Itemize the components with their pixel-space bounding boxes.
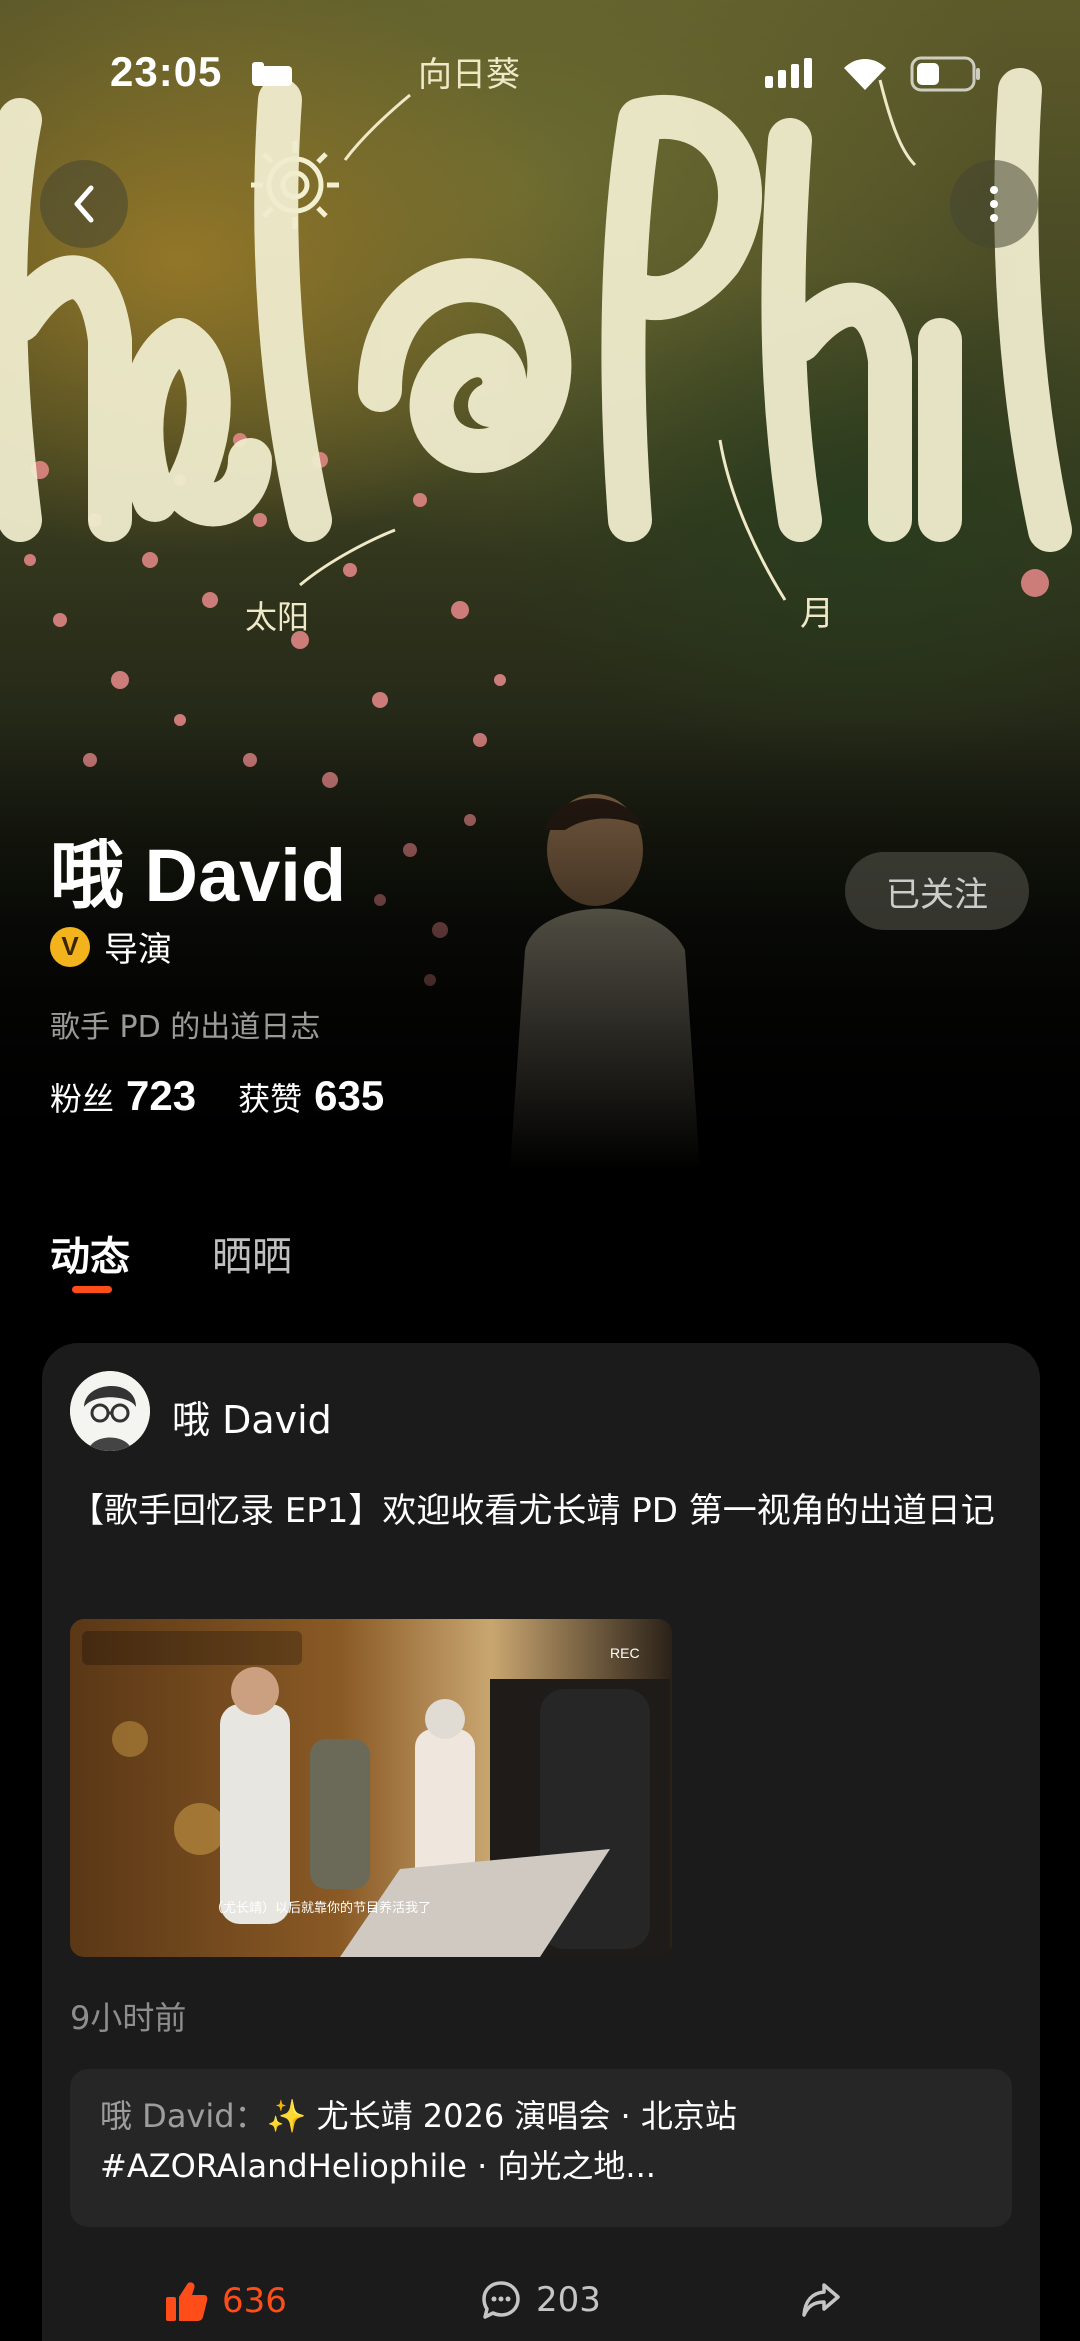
more-vertical-icon (990, 186, 998, 222)
active-tab-indicator (72, 1286, 112, 1293)
video-rec-label: REC (610, 1645, 640, 1661)
share-button[interactable] (800, 2279, 842, 2321)
battery-icon (910, 56, 980, 92)
verified-badge-icon: V (50, 926, 90, 967)
sleep-mode-icon (252, 62, 292, 86)
post-timestamp: 9小时前 (70, 1999, 187, 2037)
comment-bubble-icon (482, 2281, 520, 2319)
post-actions: 636 203 (42, 2279, 1040, 2339)
banner-artwork-lettering (0, 68, 1072, 552)
verified-role: V 导演 (50, 922, 172, 971)
likes-label: 获赞 (238, 1080, 303, 1118)
video-caption: （尤长靖）以后就靠你的节目养活我了 (210, 1901, 432, 1916)
more-options-button[interactable] (950, 160, 1038, 248)
post-card[interactable]: 哦 David 【歌手回忆录 EP1】欢迎收看尤长靖 PD 第一视角的出道日记 (42, 1343, 1040, 2341)
status-bar: 23:05 (0, 40, 1080, 110)
followers-count[interactable]: 723 (126, 1072, 196, 1120)
followers-label: 粉丝 (50, 1080, 115, 1118)
post-text: 【歌手回忆录 EP1】欢迎收看尤长靖 PD 第一视角的出道日记 (70, 1491, 995, 1531)
quoted-post[interactable]: 哦 David：✨ 尤长靖 2026 演唱会 · 北京站 #AZORAlandH… (70, 2069, 1012, 2227)
share-icon (802, 2283, 840, 2317)
back-button[interactable] (40, 160, 128, 248)
profile-name: 哦 David (50, 834, 347, 917)
art-label-sun: 太阳 (245, 598, 309, 636)
profile-banner: 向日葵 太阳 月 (0, 0, 1080, 1170)
following-button[interactable]: 已关注 (845, 852, 1029, 930)
tab-feed[interactable]: 动态 (50, 1224, 130, 1282)
profile-stats: 粉丝 723 获赞 635 (50, 1072, 414, 1120)
tab-share[interactable]: 晒晒 (212, 1224, 292, 1282)
cellular-signal-icon (765, 58, 812, 88)
like-button[interactable]: 636 (164, 2279, 287, 2323)
thumbs-up-icon (166, 2282, 208, 2321)
chevron-left-icon (74, 185, 94, 223)
role-label: 导演 (104, 930, 172, 970)
comment-button[interactable]: 203 (480, 2279, 601, 2321)
comment-count: 203 (536, 2280, 601, 2320)
post-video-thumbnail[interactable]: REC （尤长靖）以后就靠你的节目养活我了 (70, 1619, 672, 1957)
quoted-author: 哦 David： (100, 2097, 267, 2135)
avatar[interactable] (70, 1371, 150, 1451)
likes-count: 635 (314, 1072, 385, 1119)
profile-tabs: 动态 晒晒 (0, 1210, 1080, 1300)
cartoon-avatar-icon (70, 1371, 150, 1451)
wifi-icon (844, 59, 886, 90)
status-time: 23:05 (110, 48, 223, 95)
post-author[interactable]: 哦 David (172, 1389, 332, 1444)
profile-bio: 歌手 PD 的出道日志 (50, 1010, 321, 1045)
art-label-moon: 月 (800, 594, 834, 634)
like-count: 636 (222, 2281, 287, 2321)
